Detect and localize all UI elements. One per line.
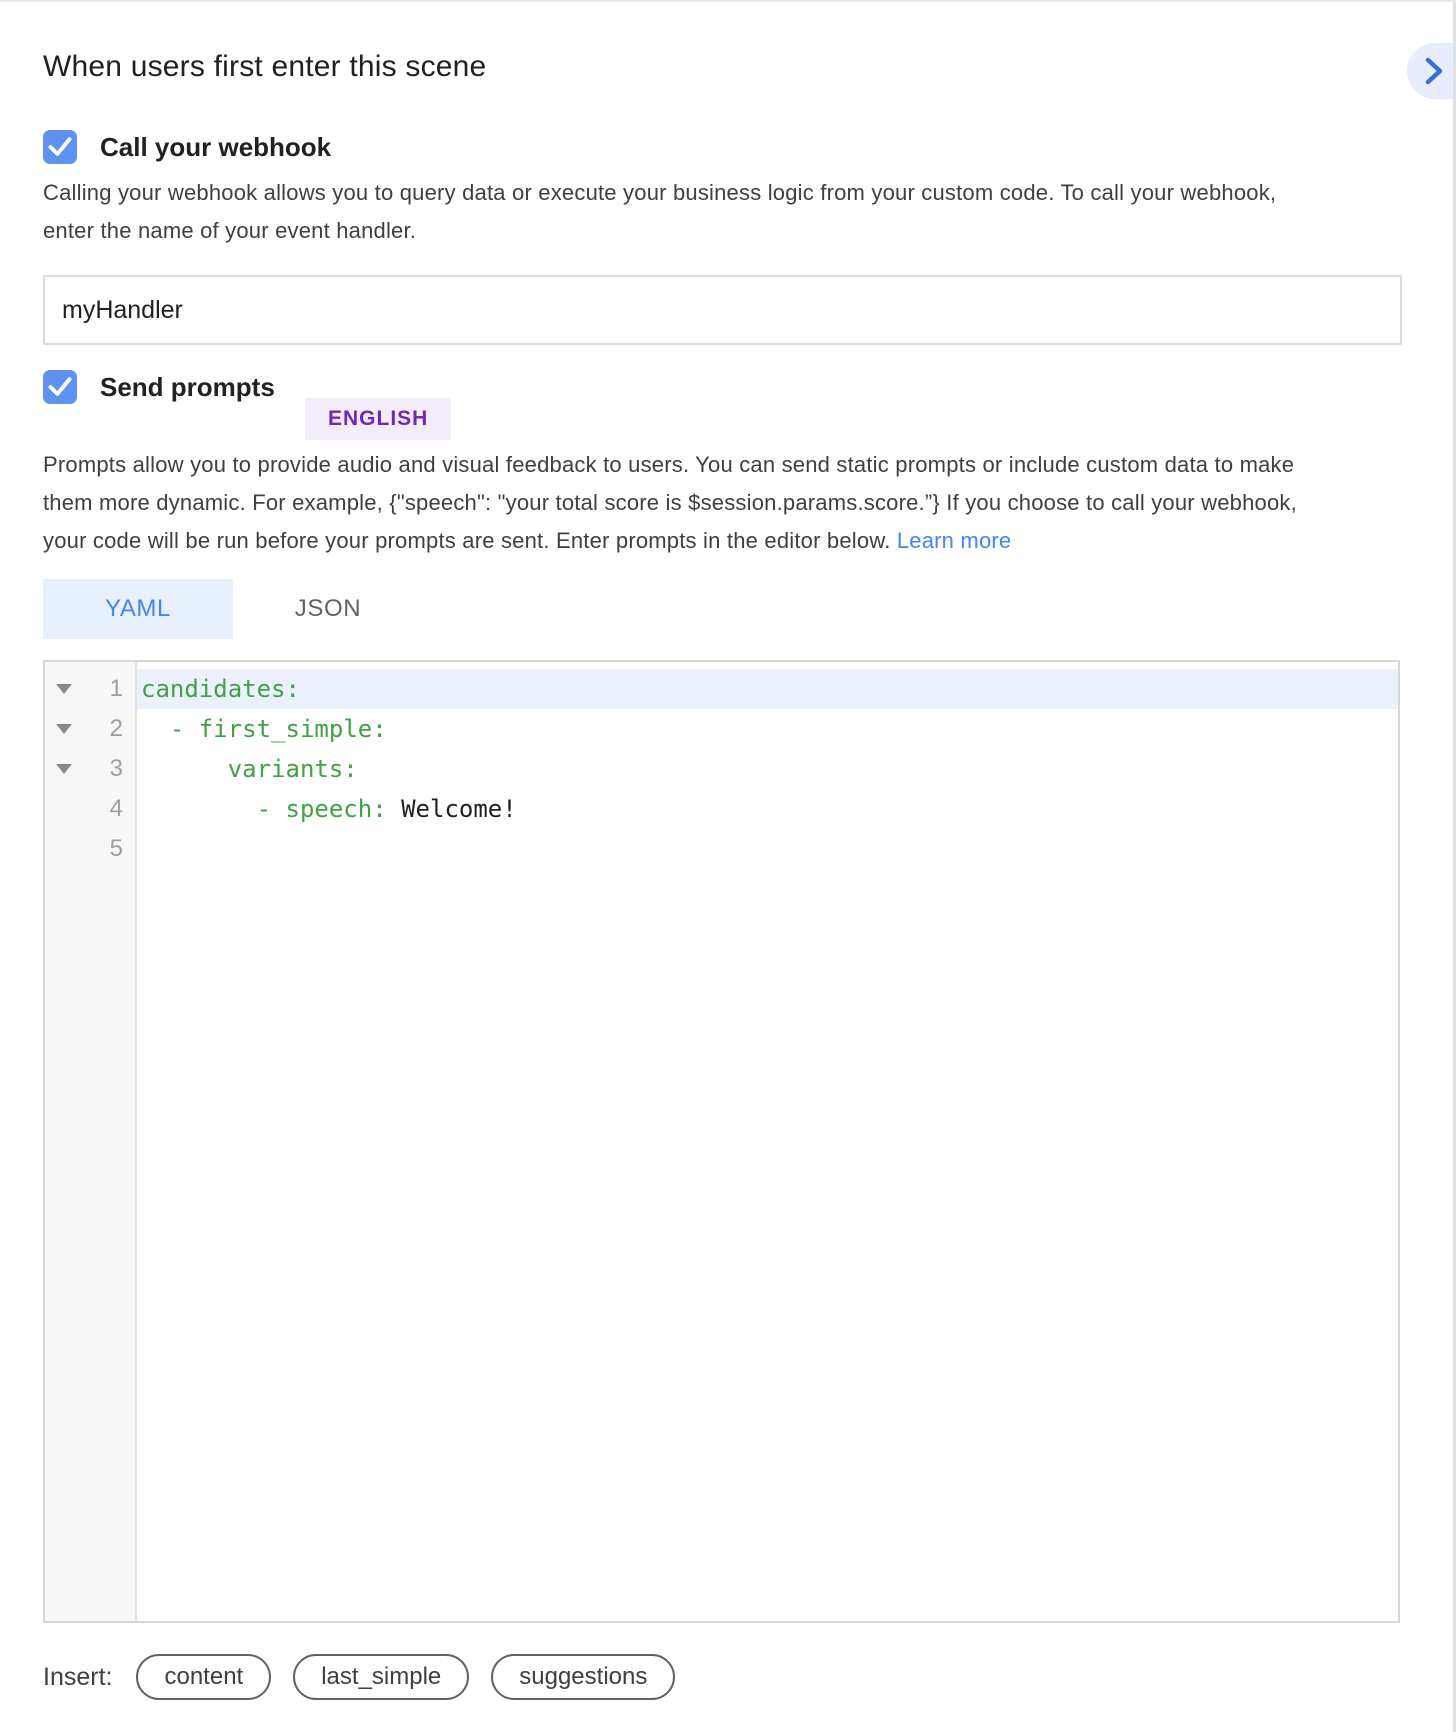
insert-label: Insert: (43, 1663, 112, 1692)
gutter-row: 5 (45, 829, 135, 869)
tab-yaml[interactable]: YAML (43, 579, 233, 639)
chevron-right-icon (1419, 55, 1447, 87)
prompts-description: Prompts allow you to provide audio and v… (43, 446, 1433, 560)
webhook-description: Calling your webhook allows you to query… (43, 174, 1433, 250)
code-line: candidates: (137, 669, 1398, 709)
gutter-row: 4 (45, 789, 135, 829)
line-number: 1 (72, 675, 123, 703)
editor-format-tabs: YAML JSON (43, 579, 423, 639)
tab-json[interactable]: JSON (233, 579, 423, 639)
check-icon (47, 135, 73, 159)
yaml-editor[interactable]: 1 2 3 4 5 candidates: - first_simple: varian… (43, 660, 1400, 1623)
yaml-key-token: variants: (141, 755, 358, 783)
check-icon (47, 375, 73, 399)
yaml-key-token: candidates: (141, 675, 300, 703)
fold-toggle-icon[interactable] (56, 724, 72, 734)
learn-more-link[interactable]: Learn more (897, 528, 1012, 553)
prompts-checkbox[interactable] (43, 370, 77, 404)
code-line: variants: (137, 749, 1398, 789)
prompts-checkbox-row: Send prompts (43, 370, 275, 404)
code-line: - first_simple: (137, 709, 1398, 749)
event-handler-input[interactable] (43, 275, 1402, 345)
insert-row: Insert: content last_simple suggestions (43, 1654, 697, 1700)
insert-last-simple-button[interactable]: last_simple (293, 1654, 469, 1700)
insert-suggestions-button[interactable]: suggestions (491, 1654, 675, 1700)
gutter-row: 2 (45, 709, 135, 749)
prompts-label: Send prompts (100, 372, 275, 403)
insert-content-button[interactable]: content (136, 1654, 271, 1700)
yaml-text-token: Welcome! (387, 795, 517, 823)
line-number: 4 (72, 795, 123, 823)
line-number: 3 (72, 755, 123, 783)
page-title: When users first enter this scene (43, 50, 486, 84)
webhook-checkbox[interactable] (43, 130, 77, 164)
gutter-row: 1 (45, 669, 135, 709)
fold-toggle-icon[interactable] (56, 684, 72, 694)
webhook-checkbox-row: Call your webhook (43, 130, 331, 164)
webhook-label: Call your webhook (100, 132, 331, 163)
collapse-panel-button[interactable] (1407, 43, 1453, 99)
fold-toggle-icon[interactable] (56, 764, 72, 774)
scene-enter-panel: When users first enter this scene Call y… (0, 0, 1456, 1732)
code-line (137, 829, 1398, 869)
line-number: 2 (72, 715, 123, 743)
language-badge: ENGLISH (305, 398, 451, 440)
yaml-key-token: - speech: (141, 795, 387, 823)
yaml-key-token: - first_simple: (141, 715, 387, 743)
line-number: 5 (72, 835, 123, 863)
gutter-row: 3 (45, 749, 135, 789)
code-line: - speech: Welcome! (137, 789, 1398, 829)
editor-gutter: 1 2 3 4 5 (45, 662, 137, 1621)
editor-code-area[interactable]: candidates: - first_simple: variants: - … (137, 662, 1398, 1621)
